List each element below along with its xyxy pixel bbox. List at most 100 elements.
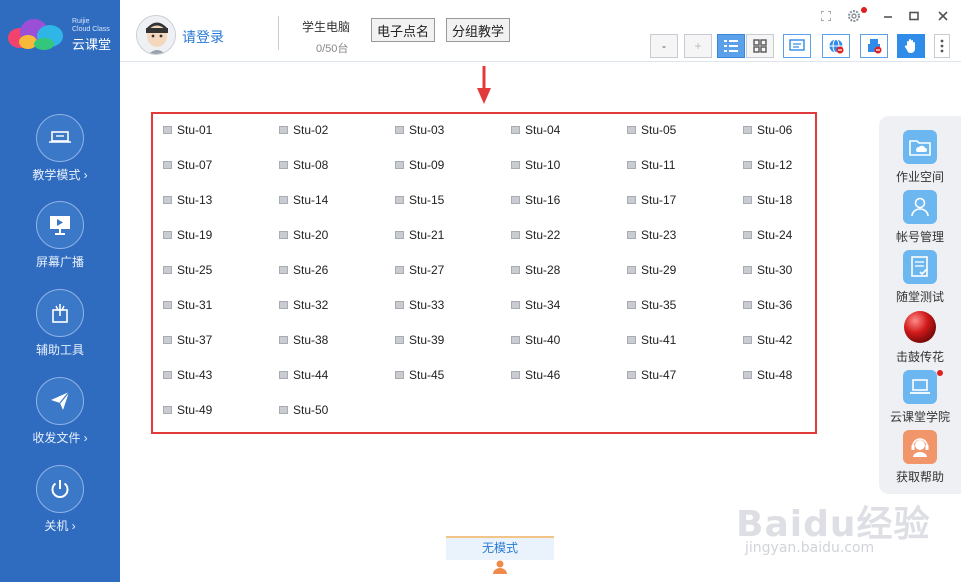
close-icon[interactable] <box>935 8 951 24</box>
student-pc-item[interactable]: Stu-49 <box>163 403 212 417</box>
sidebar-item-label: 屏幕广播 <box>35 255 84 269</box>
sidebar: Ruijie Cloud Class 云课堂 教学模式 › 屏幕广播 辅助工具 … <box>0 0 120 582</box>
student-pc-item[interactable]: Stu-10 <box>511 158 560 172</box>
student-pc-item[interactable]: Stu-09 <box>395 158 444 172</box>
student-pc-icon <box>279 231 288 239</box>
pass-flower-button[interactable]: 击鼓传花 <box>879 310 961 368</box>
sidebar-item-tools[interactable]: 辅助工具 <box>0 289 120 369</box>
student-pc-item[interactable]: Stu-28 <box>511 263 560 277</box>
mode-indicator-tab[interactable]: 无模式 <box>446 536 554 560</box>
student-pc-item[interactable]: Stu-32 <box>279 298 328 312</box>
student-pc-icon <box>395 336 404 344</box>
minimize-icon[interactable] <box>880 8 896 24</box>
grid-view-button[interactable] <box>746 34 774 58</box>
top-toolbar: 请登录 学生电脑 0/50台 电子点名 分组教学 - + <box>120 0 961 62</box>
student-pc-label: Stu-32 <box>293 298 329 312</box>
student-pc-item[interactable]: Stu-12 <box>743 158 792 172</box>
student-pc-item[interactable]: Stu-48 <box>743 368 792 382</box>
student-pc-item[interactable]: Stu-21 <box>395 228 444 242</box>
student-pc-item[interactable]: Stu-41 <box>627 333 676 347</box>
student-pc-item[interactable]: Stu-30 <box>743 263 792 277</box>
student-pc-item[interactable]: Stu-36 <box>743 298 792 312</box>
student-pc-item[interactable]: Stu-23 <box>627 228 676 242</box>
student-pc-item[interactable]: Stu-15 <box>395 193 444 207</box>
student-pc-item[interactable]: Stu-25 <box>163 263 212 277</box>
student-pc-item[interactable]: Stu-08 <box>279 158 328 172</box>
student-pc-item[interactable]: Stu-43 <box>163 368 212 382</box>
student-pc-item[interactable]: Stu-31 <box>163 298 212 312</box>
student-pc-item[interactable]: Stu-04 <box>511 123 560 137</box>
sidebar-item-teaching-mode[interactable]: 教学模式 › <box>0 114 120 194</box>
student-pc-item[interactable]: Stu-26 <box>279 263 328 277</box>
student-pc-item[interactable]: Stu-13 <box>163 193 212 207</box>
list-view-button[interactable] <box>717 34 745 58</box>
more-vertical-icon <box>940 39 944 53</box>
student-pc-item[interactable]: Stu-24 <box>743 228 792 242</box>
sidebar-item-label: 收发文件 › <box>32 431 88 445</box>
student-pc-label: Stu-14 <box>293 193 329 207</box>
student-pc-item[interactable]: Stu-14 <box>279 193 328 207</box>
student-pc-item[interactable]: Stu-11 <box>627 158 675 172</box>
student-pc-item[interactable]: Stu-01 <box>163 123 212 137</box>
student-pc-label: Stu-18 <box>757 193 793 207</box>
student-pc-item[interactable]: Stu-22 <box>511 228 560 242</box>
student-pc-item[interactable]: Stu-05 <box>627 123 676 137</box>
student-pc-item[interactable]: Stu-17 <box>627 193 676 207</box>
student-pc-icon <box>279 196 288 204</box>
student-pc-label: Stu-16 <box>525 193 561 207</box>
account-management-button[interactable]: 帐号管理 <box>879 190 961 248</box>
student-pc-item[interactable]: Stu-07 <box>163 158 212 172</box>
login-link[interactable]: 请登录 <box>182 27 224 47</box>
roll-call-button[interactable]: 电子点名 <box>371 18 436 42</box>
get-help-button[interactable]: 获取帮助 <box>879 430 961 488</box>
block-usb-button[interactable] <box>860 34 888 58</box>
student-pc-item[interactable]: Stu-03 <box>395 123 444 137</box>
student-pc-item[interactable]: Stu-50 <box>279 403 328 417</box>
student-pc-item[interactable]: Stu-20 <box>279 228 328 242</box>
student-pc-label: Stu-04 <box>525 123 561 137</box>
fullscreen-icon[interactable] <box>818 8 834 24</box>
student-pc-item[interactable]: Stu-44 <box>279 368 328 382</box>
student-pc-item[interactable]: Stu-46 <box>511 368 560 382</box>
student-pc-item[interactable]: Stu-39 <box>395 333 444 347</box>
student-pc-icon <box>163 371 172 379</box>
student-pc-item[interactable]: Stu-19 <box>163 228 212 242</box>
student-pc-item[interactable]: Stu-34 <box>511 298 560 312</box>
student-pc-item[interactable]: Stu-35 <box>627 298 676 312</box>
message-button[interactable] <box>783 34 811 58</box>
sidebar-item-shutdown[interactable]: 关机 › <box>0 465 120 545</box>
student-pc-item[interactable]: Stu-40 <box>511 333 560 347</box>
block-web-button[interactable] <box>822 34 850 58</box>
academy-button[interactable]: 云课堂学院 <box>879 370 961 428</box>
sidebar-item-screen-broadcast[interactable]: 屏幕广播 <box>0 201 120 281</box>
student-pc-item[interactable]: Stu-33 <box>395 298 444 312</box>
settings-gear-icon[interactable] <box>846 8 862 24</box>
quiz-button[interactable]: 随堂测试 <box>879 250 961 308</box>
student-pc-label: Stu-42 <box>757 333 793 347</box>
student-pc-item[interactable]: Stu-45 <box>395 368 444 382</box>
raise-hand-button[interactable] <box>897 34 925 58</box>
more-menu-button[interactable] <box>934 34 950 58</box>
student-pc-item[interactable]: Stu-29 <box>627 263 676 277</box>
zoom-in-button[interactable]: + <box>684 34 712 58</box>
student-pc-item[interactable]: Stu-37 <box>163 333 212 347</box>
student-pc-item[interactable]: Stu-42 <box>743 333 792 347</box>
student-pc-item[interactable]: Stu-18 <box>743 193 792 207</box>
avatar[interactable] <box>136 15 176 55</box>
student-pc-item[interactable]: Stu-38 <box>279 333 328 347</box>
zoom-out-button[interactable]: - <box>650 34 678 58</box>
homework-space-button[interactable]: 作业空间 <box>879 130 961 188</box>
student-pc-item[interactable]: Stu-06 <box>743 123 792 137</box>
student-pc-item[interactable]: Stu-27 <box>395 263 444 277</box>
rp-label: 随堂测试 <box>895 290 944 304</box>
maximize-icon[interactable] <box>906 8 922 24</box>
sidebar-item-send-file[interactable]: 收发文件 › <box>0 377 120 457</box>
tools-icon <box>36 289 84 337</box>
student-pc-item[interactable]: Stu-02 <box>279 123 328 137</box>
settings-notification-dot <box>861 7 867 13</box>
student-pc-icon <box>163 336 172 344</box>
academy-laptop-icon <box>903 370 937 404</box>
group-teaching-button[interactable]: 分组教学 <box>446 18 511 42</box>
student-pc-item[interactable]: Stu-16 <box>511 193 560 207</box>
student-pc-item[interactable]: Stu-47 <box>627 368 676 382</box>
